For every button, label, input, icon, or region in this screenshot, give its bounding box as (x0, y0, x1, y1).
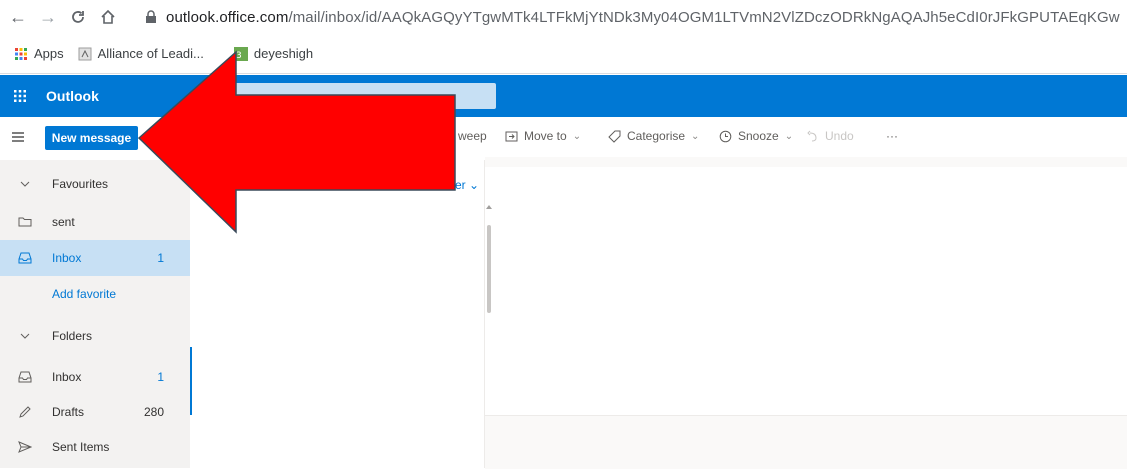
chevron-down-icon (18, 329, 32, 343)
undo-icon (807, 130, 817, 141)
bookmark-apps[interactable]: Apps (14, 46, 64, 61)
forward-arrow-icon[interactable]: → (36, 5, 60, 29)
tag-icon (608, 130, 621, 143)
snooze-button[interactable]: Snooze ⌄ (719, 129, 793, 143)
folder-item-sent-items[interactable]: Sent Items (0, 429, 190, 465)
bookmark-label: Alliance of Leadi... (97, 46, 204, 61)
folder-label: Inbox (52, 251, 82, 265)
folders-header[interactable]: Folders (0, 318, 190, 354)
scroll-up-icon[interactable] (486, 204, 492, 210)
app-launcher-icon[interactable] (0, 75, 40, 117)
new-message-button[interactable]: New message (45, 126, 138, 150)
chevron-down-icon: ⌄ (469, 178, 480, 192)
filter-button[interactable]: Filter ⌄ (439, 178, 479, 192)
hamburger-menu-icon[interactable] (10, 129, 26, 145)
folder-label: Inbox (52, 370, 82, 384)
snooze-label: Snooze (738, 129, 779, 143)
reading-pane-header (485, 157, 1127, 167)
favourite-star-icon[interactable]: ★ (282, 175, 294, 191)
url-host: outlook.office.com (166, 8, 289, 26)
move-to-label: Move to (524, 129, 567, 143)
sweep-label: weep (458, 129, 487, 143)
categorise-button[interactable]: Categorise ⌄ (608, 129, 699, 143)
bookmark-label: Apps (34, 46, 64, 61)
bookmark-label: deyeshigh (253, 46, 314, 61)
add-favorite-label: Add favorite (52, 287, 117, 301)
apps-grid-icon (15, 47, 27, 60)
categorise-label: Categorise (627, 129, 686, 143)
undo-button[interactable]: Undo (806, 129, 854, 143)
url-path: /mail/inbox/id/AAQkAGQyYTgwMTk4LTFkMjYtN… (288, 8, 1120, 26)
undo-label: Undo (825, 129, 854, 143)
deyeshigh-favicon-icon: 3 (233, 46, 248, 61)
item-count: 280 (143, 405, 164, 419)
search-input[interactable] (228, 83, 496, 109)
favourite-item-inbox[interactable]: Inbox 1 (0, 240, 190, 276)
app-title[interactable]: Outlook (46, 88, 99, 104)
folder-label: Drafts (52, 405, 85, 419)
more-options-button[interactable]: ··· (886, 129, 898, 143)
more-options-icon: ··· (886, 129, 898, 143)
back-arrow-icon[interactable]: ← (6, 5, 30, 29)
message-list: Inbox ★ Filter ⌄ (192, 160, 484, 468)
address-bar[interactable]: outlook.office.com/mail/inbox/id/AAQkAGQ… (140, 4, 1127, 30)
reading-pane-footer (485, 415, 1127, 469)
folder-pane: Favourites sent Inbox 1 Add favorite Fol… (0, 160, 190, 468)
svg-text:3: 3 (236, 51, 242, 61)
command-bar: New message weep Move to ⌄ Categorise ⌄ … (0, 117, 1127, 157)
chevron-down-icon: ⌄ (691, 130, 700, 142)
inbox-icon (18, 251, 32, 265)
move-to-button[interactable]: Move to ⌄ (505, 129, 581, 143)
url-text: outlook.office.com/mail/inbox/id/AAQkAGQ… (166, 9, 1120, 26)
move-to-icon (505, 131, 518, 141)
clock-icon (719, 130, 732, 142)
home-icon[interactable] (96, 5, 120, 29)
outlook-header: Outlook (0, 75, 1127, 117)
send-icon (18, 440, 33, 454)
add-favorite-link[interactable]: Add favorite (0, 276, 190, 312)
list-title: Inbox (234, 176, 272, 192)
unread-count: 1 (157, 370, 164, 384)
folder-label: Sent Items (52, 440, 110, 454)
favourites-header[interactable]: Favourites (0, 166, 190, 202)
lock-icon (146, 10, 156, 23)
bookmark-alliance[interactable]: Alliance of Leadi... (78, 46, 204, 61)
favourites-label: Favourites (52, 177, 109, 191)
unread-count: 1 (157, 251, 164, 265)
folder-item-drafts[interactable]: Drafts 280 (0, 394, 190, 430)
bookmark-deyeshigh[interactable]: 3 deyeshigh (233, 46, 314, 61)
inbox-icon (18, 370, 32, 384)
folder-item-sent[interactable]: sent (0, 204, 190, 240)
chevron-down-icon: ⌄ (784, 130, 794, 142)
folder-icon (18, 215, 32, 229)
reload-icon[interactable] (66, 5, 90, 29)
scrollbar-thumb[interactable] (487, 225, 491, 313)
sweep-button[interactable]: weep (458, 129, 487, 143)
folders-label: Folders (52, 329, 93, 343)
folder-label: sent (52, 215, 75, 229)
browser-toolbar: ← → outlook.office.com/mail/inbox/id/AAQ… (0, 0, 1127, 34)
folder-item-inbox[interactable]: Inbox 1 (0, 359, 190, 395)
filter-label: Filter (439, 178, 466, 192)
pencil-icon (18, 405, 32, 419)
chevron-down-icon (18, 177, 32, 191)
page-favicon-icon (78, 47, 92, 60)
bookmarks-bar: Apps Alliance of Leadi... 3 deyeshigh (0, 34, 1127, 74)
chevron-down-icon: ⌄ (572, 130, 582, 142)
